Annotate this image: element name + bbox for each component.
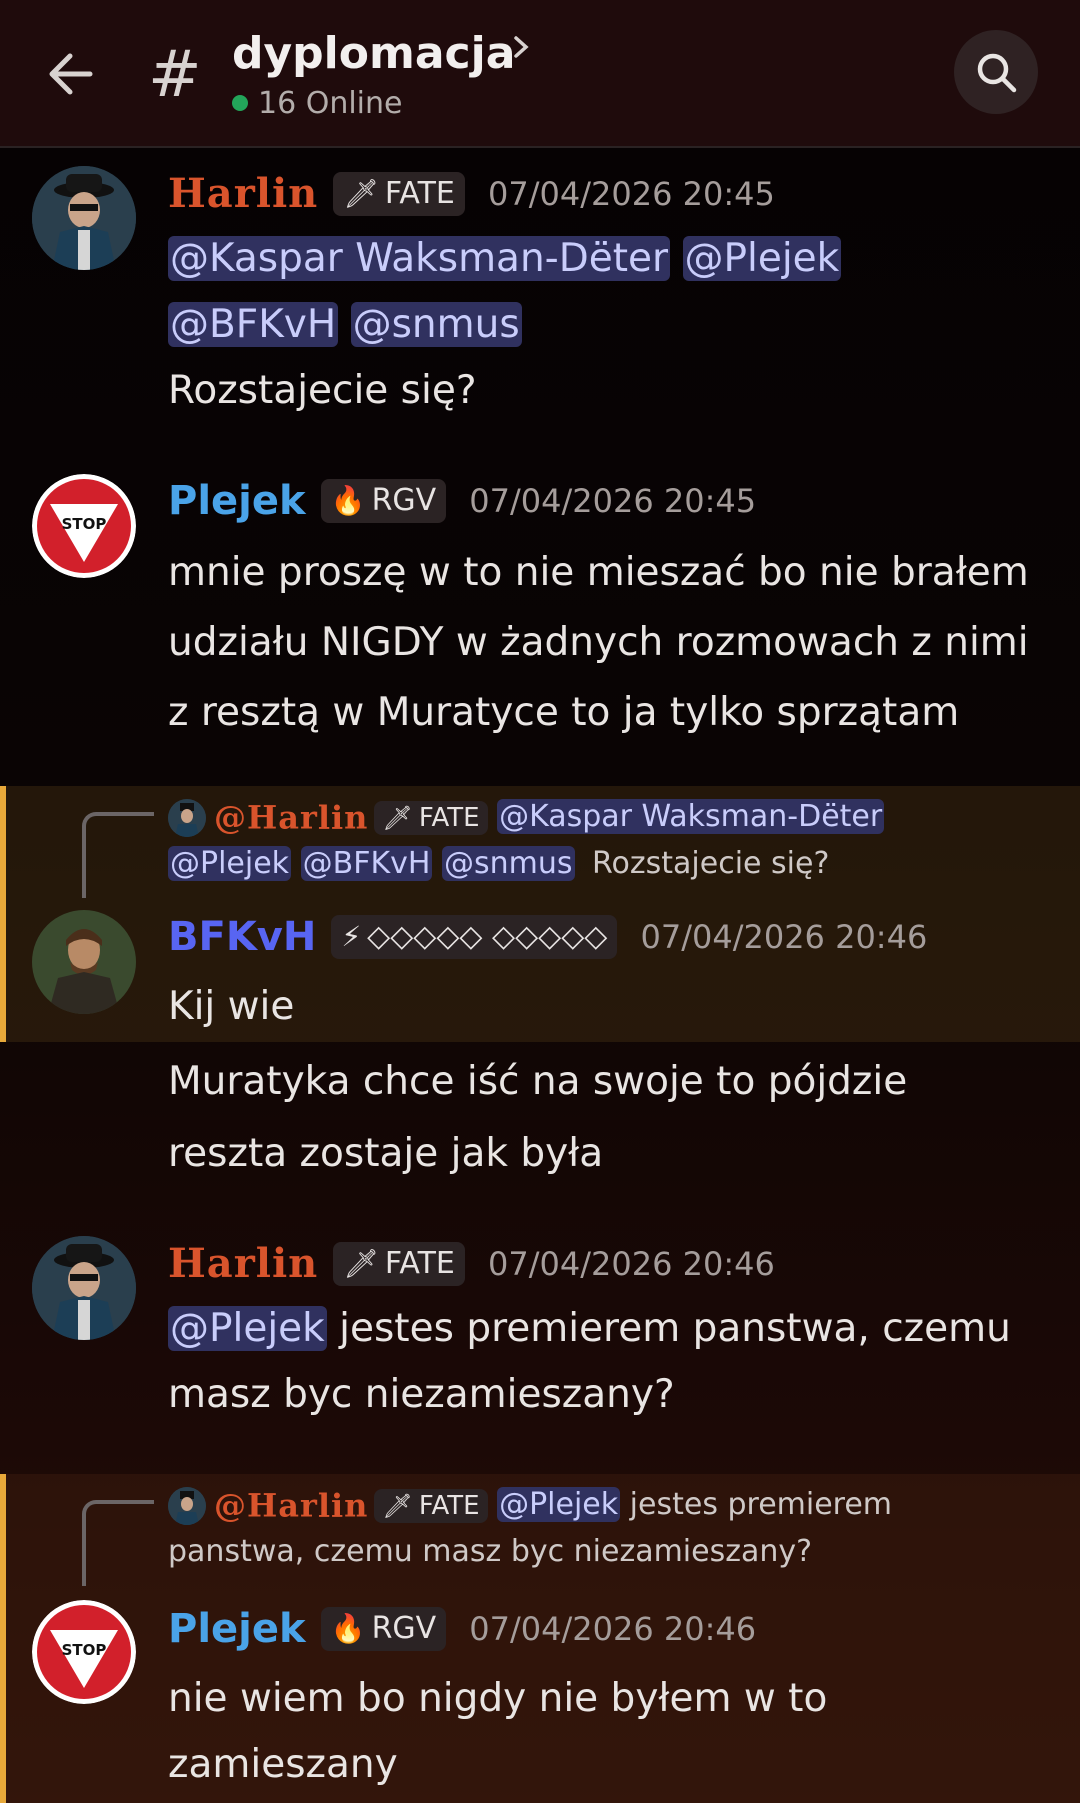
username[interactable]: Plejek — [168, 1606, 306, 1652]
search-icon — [977, 53, 1017, 93]
role-tag-label: ◇◇◇◇◇ ◇◇◇◇◇ — [367, 919, 608, 954]
message-header: Plejek 🔥 RGV 07/04/2026 20:46 — [168, 1606, 756, 1658]
message-text: z resztą w Muratyce to ja tylko sprzątam — [168, 690, 960, 735]
message-text: Muratyka chce iść na swoje to pójdzie — [168, 1059, 908, 1104]
role-tag[interactable]: ⚡ ◇◇◇◇◇ ◇◇◇◇◇ — [331, 915, 618, 959]
role-tag-label: FATE — [384, 175, 455, 211]
avatar[interactable] — [32, 1236, 136, 1340]
avatar[interactable] — [32, 166, 136, 270]
reply-preview[interactable]: @Harlin 🗡 FATE @Plejek jestes premierem pa… — [168, 1482, 892, 1575]
hash-icon: # — [148, 38, 202, 112]
username[interactable]: Plejek — [168, 478, 306, 524]
mention[interactable]: @Plejek — [168, 845, 292, 881]
role-tag: 🗡 FATE — [374, 1488, 488, 1523]
message-header: Harlin 🗡 FATE 07/04/2026 20:45 — [168, 170, 775, 222]
svg-text:STOP: STOP — [62, 1641, 107, 1659]
svg-text:STOP: STOP — [62, 515, 107, 533]
online-count: 16 Online — [232, 84, 402, 124]
message[interactable]: @Harlin 🗡 FATE @Plejek jestes premierem pa… — [0, 1474, 1080, 1803]
message-content: Kij wie — [168, 974, 1058, 1040]
timestamp: 07/04/2026 20:46 — [487, 1244, 775, 1283]
role-tag[interactable]: 🔥 RGV — [320, 1607, 447, 1651]
role-tag[interactable]: 🔥 RGV — [320, 479, 447, 523]
mention[interactable]: @BFKvH — [300, 845, 433, 881]
message-content: nie wiem bo nigdy nie byłem w to zamiesz… — [168, 1666, 1058, 1798]
mention[interactable]: @Plejek — [497, 1487, 621, 1522]
message-text: mnie proszę w to nie mieszać bo nie brał… — [168, 550, 1029, 595]
avatar[interactable]: STOP — [32, 474, 136, 578]
message-text: nie wiem bo nigdy nie byłem w to — [168, 1676, 828, 1721]
reply-preview[interactable]: @Harlin 🗡 FATE @Kaspar Waksman-Dëter @Plej… — [168, 794, 885, 887]
sword-icon: 🗡 — [343, 176, 379, 210]
message-content: @Kaspar Waksman-Dëter @Plejek @BFKvH @sn… — [168, 226, 1058, 424]
fire-icon: 🔥 — [330, 1612, 366, 1645]
message-header: Harlin 🗡 FATE 07/04/2026 20:46 — [168, 1240, 775, 1292]
role-tag-label: FATE — [418, 802, 480, 833]
channel-header: # dyplomacja 16 Online — [0, 0, 1080, 148]
timestamp: 07/04/2026 20:46 — [640, 918, 928, 956]
online-label: 16 Online — [258, 86, 403, 121]
channel-name[interactable]: dyplomacja — [232, 24, 515, 84]
reply-avatar — [168, 798, 206, 837]
message[interactable]: @Harlin 🗡 FATE @Kaspar Waksman-Dëter @Plej… — [0, 786, 1080, 1042]
mention[interactable]: @Plejek — [682, 236, 842, 281]
username[interactable]: Harlin — [168, 170, 318, 217]
chevron-right-icon[interactable] — [508, 34, 534, 60]
role-tag[interactable]: 🗡 FATE — [333, 171, 465, 216]
message-text: Rozstajecie się? — [168, 368, 477, 413]
role-tag-label: RGV — [371, 1611, 437, 1646]
search-button[interactable] — [954, 30, 1038, 114]
message-content: mnie proszę w to nie mieszać bo nie brał… — [168, 538, 1058, 748]
message[interactable]: Harlin 🗡 FATE 07/04/2026 20:46 @Plejek je… — [0, 1236, 1080, 1436]
message[interactable]: STOP Plejek 🔥 RGV 07/04/2026 20:45 mnie p… — [0, 468, 1080, 735]
reply-spine — [82, 812, 154, 898]
message-header: Plejek 🔥 RGV 07/04/2026 20:45 — [168, 478, 756, 530]
message-text: masz byc niezamieszany? — [168, 1372, 675, 1417]
reply-username[interactable]: @Harlin — [214, 1487, 368, 1525]
message-text: udziału NIGDY w żadnych rozmowach z nimi — [168, 620, 1029, 665]
message[interactable]: Harlin 🗡 FATE 07/04/2026 20:45 @Kaspar Wa… — [0, 160, 1080, 430]
message-text: Kij wie — [168, 984, 295, 1029]
role-tag-label: FATE — [384, 1245, 455, 1281]
mention[interactable]: @BFKvH — [168, 302, 339, 347]
online-dot-icon — [232, 95, 248, 111]
mention[interactable]: @Plejek — [168, 1306, 327, 1351]
reply-username[interactable]: @Harlin — [214, 799, 368, 837]
back-arrow-icon[interactable] — [44, 44, 104, 104]
sword-icon: 🗡 — [382, 803, 413, 832]
avatar[interactable] — [32, 910, 136, 1014]
mention[interactable]: @snmus — [350, 302, 522, 347]
role-tag[interactable]: 🗡 FATE — [333, 1241, 465, 1286]
mention[interactable]: @Kaspar Waksman-Dëter — [497, 799, 885, 834]
message-text: reszta zostaje jak była — [168, 1131, 604, 1176]
mention[interactable]: @snmus — [441, 845, 575, 881]
reply-text: Rozstajecie się? — [592, 845, 830, 881]
avatar[interactable]: STOP — [32, 1600, 136, 1704]
role-tag: 🗡 FATE — [374, 800, 488, 835]
message-followup[interactable]: Muratyka chce iść na swoje to pójdzie re… — [0, 1046, 1080, 1186]
role-tag-label: FATE — [418, 1490, 480, 1521]
reply-avatar — [168, 1486, 206, 1525]
sword-icon: 🗡 — [343, 1246, 379, 1280]
username[interactable]: BFKvH — [168, 914, 316, 960]
sword-icon: 🗡 — [382, 1491, 413, 1520]
lightning-icon: ⚡ — [341, 920, 362, 953]
role-tag-label: RGV — [371, 483, 437, 518]
message-text: jestes premierem panstwa, czemu — [326, 1306, 1011, 1351]
mention[interactable]: @Kaspar Waksman-Dëter — [168, 236, 671, 281]
message-text: zamieszany — [168, 1742, 398, 1787]
message-content: Muratyka chce iść na swoje to pójdzie re… — [168, 1046, 1058, 1190]
timestamp: 07/04/2026 20:46 — [469, 1610, 757, 1648]
fire-icon: 🔥 — [330, 484, 366, 517]
timestamp: 07/04/2026 20:45 — [469, 482, 757, 520]
reply-text: jestes premierem — [620, 1487, 893, 1522]
timestamp: 07/04/2026 20:45 — [487, 174, 775, 213]
reply-spine — [82, 1500, 154, 1586]
message-content: @Plejek jestes premierem panstwa, czemu … — [168, 1296, 1058, 1428]
username[interactable]: Harlin — [168, 1240, 318, 1287]
reply-text: panstwa, czemu masz byc niezamieszany? — [168, 1533, 813, 1569]
message-header: BFKvH ⚡ ◇◇◇◇◇ ◇◇◇◇◇ 07/04/2026 20:46 — [168, 914, 927, 966]
